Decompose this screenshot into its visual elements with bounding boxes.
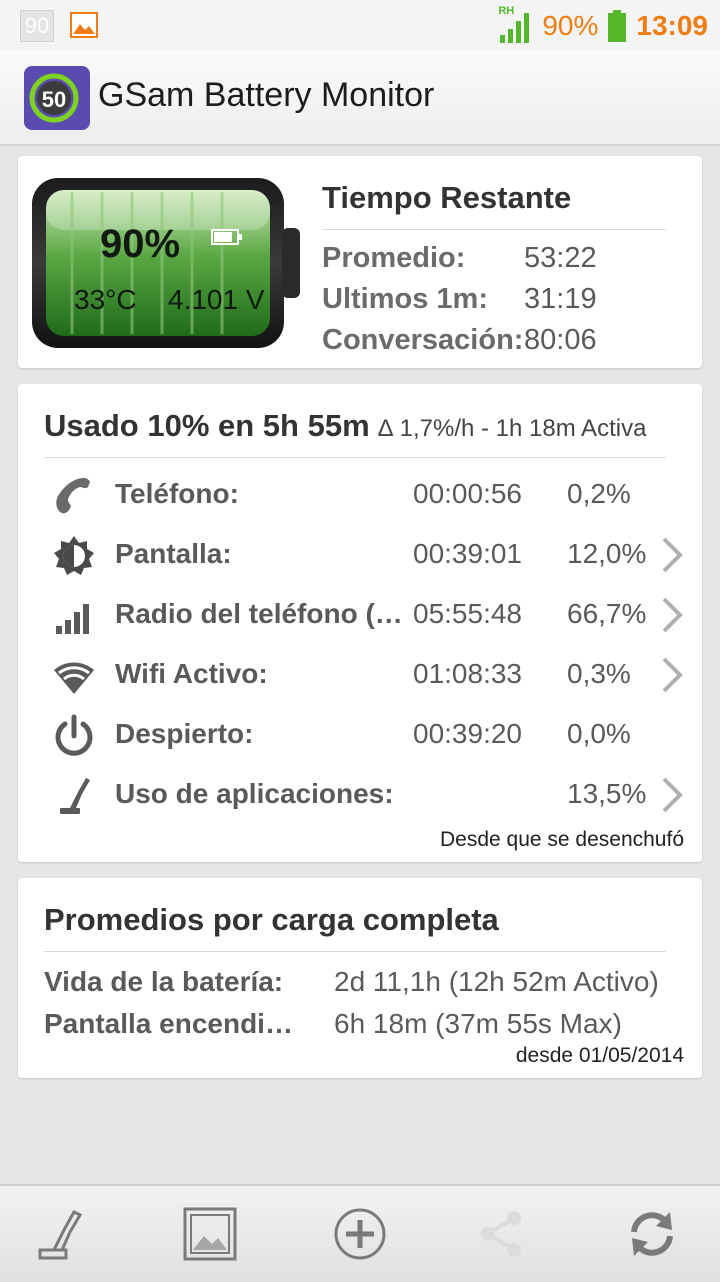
usage-row-awake[interactable]: Despierto: 00:39:20 0,0% [18,706,702,764]
usage-name: Despierto: [115,718,254,749]
usage-footer: Desde que se desenchufó [439,828,684,851]
usage-card: Usado 10% en 5h 55m ∆ 1,7%/h - 1h 18m Ac… [18,384,702,862]
averages-row: Pantalla encendi… 6h 18m (37m 55s Max) [44,1008,622,1040]
row-value: 6h 18m (37m 55s Max) [334,1008,622,1039]
time-remaining-title: Tiempo Restante [322,180,572,215]
image-icon[interactable] [182,1206,238,1262]
add-icon[interactable] [332,1206,388,1262]
row-value: 53:22 [524,242,597,274]
battery-temperature: 33°C [74,284,137,315]
row-label: Ultimos 1m: [322,283,488,315]
usage-row-radio[interactable]: Radio del teléfono (… 05:55:48 66,7% [18,586,702,644]
wifi-icon [52,654,96,698]
divider [322,229,666,230]
signal-strength-icon: RH [498,5,532,43]
bottom-toolbar [0,1184,720,1282]
row-value: 80:06 [524,324,597,356]
usage-time: 01:08:33 [413,658,522,689]
usage-percent: 12,0% [567,538,647,569]
usage-title: Usado 10% en 5h 55m [44,408,370,443]
charge-level-icon [211,229,242,245]
usage-percent: 13,5% [567,778,647,809]
averages-row: Vida de la batería: 2d 11,1h (12h 52m Act… [44,966,659,998]
divider [44,951,666,952]
chevron-right-icon[interactable] [660,656,684,694]
averages-footer: desde 01/05/2014 [515,1044,684,1067]
refresh-icon[interactable] [624,1206,680,1262]
usage-time: 00:39:01 [413,538,522,569]
chevron-right-icon[interactable] [660,776,684,814]
time-remaining-row: Ultimos 1m: 31:19 [322,283,597,316]
usage-row-apps[interactable]: Uso de aplicaciones: 13,5% [18,766,702,824]
divider [44,457,666,458]
usage-percent: 0,2% [567,478,631,509]
row-label: Conversación: [322,324,524,356]
chevron-right-icon[interactable] [660,596,684,634]
row-label: Pantalla encendi… [44,1008,293,1039]
app-title: GSam Battery Monitor [98,76,435,114]
status-battery-icon [608,10,627,42]
row-value: 31:19 [524,283,597,315]
usage-name: Pantalla: [115,538,232,569]
brightness-icon [52,534,96,578]
app-icon-number: 50 [42,87,66,112]
status-battery-percent: 90% [542,10,599,41]
time-remaining-row: Promedio: 53:22 [322,242,597,275]
power-icon [52,714,96,758]
app-logo-icon[interactable]: 50 [24,66,90,130]
usage-title-line: Usado 10% en 5h 55m ∆ 1,7%/h - 1h 18m Ac… [44,408,646,444]
row-label: Vida de la batería: [44,966,284,997]
row-label: Promedio: [322,242,466,274]
time-remaining-row: Conversación:80:06 [322,324,597,357]
notification-number: 90 [24,13,50,38]
usage-name: Teléfono: [115,478,239,509]
averages-title: Promedios por carga completa [44,902,499,937]
usage-row-screen[interactable]: Pantalla: 00:39:01 12,0% [18,526,702,584]
signal-icon [52,594,96,638]
phone-icon [52,474,96,518]
usage-time: 00:00:56 [413,478,522,509]
battery-graphic: 90% 33°C 4.101 V [32,178,302,348]
plug-icon [52,774,96,818]
usage-name: Uso de aplicaciones: [115,778,394,809]
picture-notification-icon [70,12,98,43]
battery-voltage: 4.101 V [168,284,265,315]
usage-percent: 66,7% [567,598,647,629]
usage-row-wifi[interactable]: Wifi Activo: 01:08:33 0,3% [18,646,702,704]
usage-name: Radio del teléfono (… [115,598,403,629]
averages-card: Promedios por carga completa Vida de la … [18,878,702,1078]
action-bar: 50 GSam Battery Monitor [0,50,720,146]
usage-percent: 0,0% [567,718,631,749]
usage-percent: 0,3% [567,658,631,689]
usage-subtitle: ∆ 1,7%/h - 1h 18m Activa [378,415,647,442]
plug-icon[interactable] [32,1206,88,1262]
status-bar: 90 RH 90% 13:09 [0,0,720,50]
status-time: 13:09 [636,10,708,41]
usage-row-phone[interactable]: Teléfono: 00:00:56 0,2% [18,466,702,524]
usage-time: 00:39:20 [413,718,522,749]
row-value: 2d 11,1h (12h 52m Activo) [334,966,659,997]
usage-name: Wifi Activo: [115,658,268,689]
usage-time: 05:55:48 [413,598,522,629]
battery-status-card[interactable]: 90% 33°C 4.101 V Tiempo Restante Promedi… [18,156,702,368]
share-icon[interactable] [474,1206,530,1262]
battery-percent: 90% [100,222,181,266]
chevron-right-icon[interactable] [660,536,684,574]
notification-number-icon: 90 [20,10,54,42]
